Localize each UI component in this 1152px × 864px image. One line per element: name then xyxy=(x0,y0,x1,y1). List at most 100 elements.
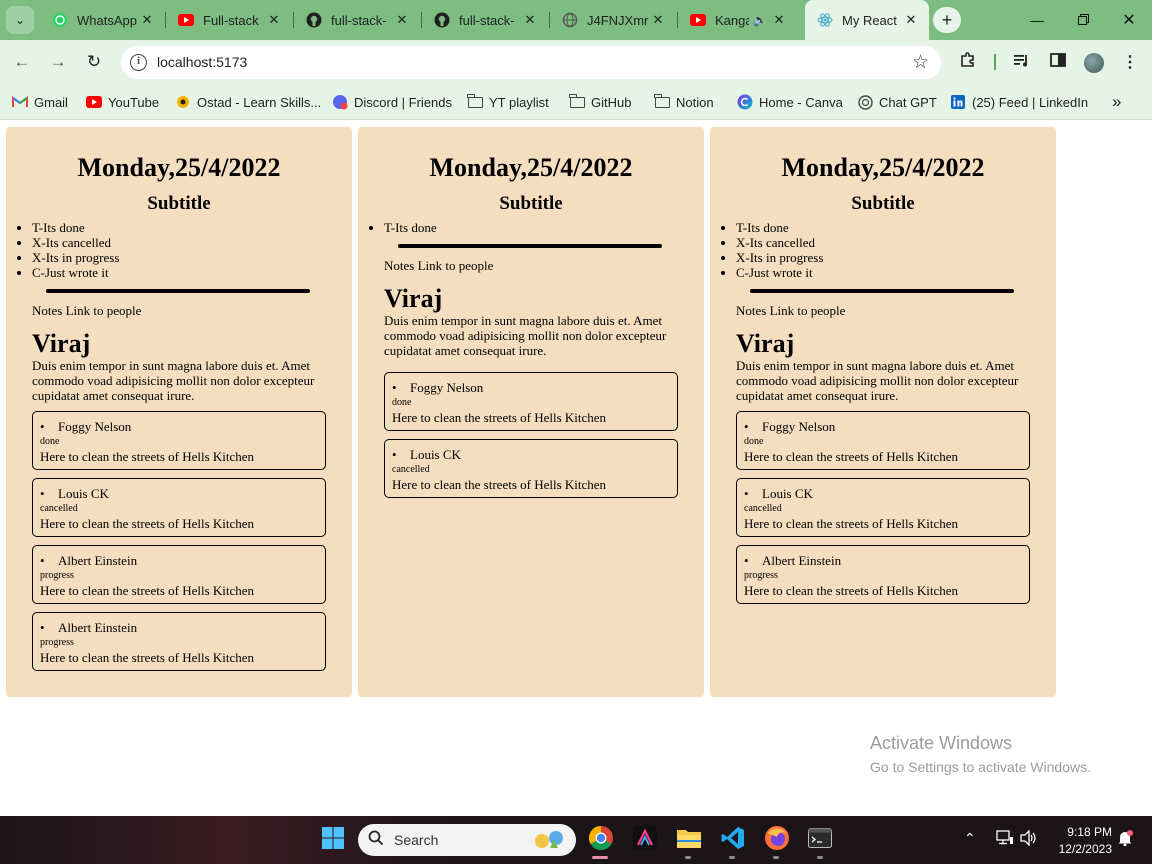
tab-kanga[interactable]: Kanga 🔈 ✕ xyxy=(678,4,804,36)
bookmark-linkedin[interactable]: (25) Feed | LinkedIn xyxy=(950,92,1088,112)
chevron-up-icon[interactable]: ⌃ xyxy=(964,830,976,847)
volume-icon[interactable] xyxy=(1020,829,1038,849)
reload-button[interactable]: ↻ xyxy=(80,48,108,76)
window-close-button[interactable]: ✕ xyxy=(1106,0,1152,40)
forward-button[interactable]: → xyxy=(44,48,72,76)
network-icon[interactable] xyxy=(996,830,1014,849)
taskbar-chrome[interactable] xyxy=(587,825,615,856)
profile-avatar[interactable] xyxy=(1084,53,1104,73)
person-description: Duis enim tempor in sunt magna labore du… xyxy=(736,358,1019,403)
person-card: Albert Einstein progress Here to clean t… xyxy=(32,545,326,604)
tab-github-2[interactable]: full-stack- ✕ xyxy=(422,4,548,36)
person-card: Foggy Nelson done Here to clean the stre… xyxy=(32,411,326,470)
bookmark-discord[interactable]: Discord | Friends xyxy=(332,92,452,112)
close-icon[interactable]: ✕ xyxy=(771,12,787,28)
bookmark-ostad[interactable]: Ostad - Learn Skills... xyxy=(175,92,321,112)
menu-button[interactable]: ⋮ xyxy=(1118,50,1142,74)
bookmark-notion[interactable]: Notion xyxy=(654,92,714,112)
chevron-down-icon: ⌄ xyxy=(14,13,26,27)
person-card-text: Here to clean the streets of Hells Kitch… xyxy=(744,516,959,531)
bookmark-github[interactable]: GitHub xyxy=(569,92,631,112)
bookmark-label: Home - Canva xyxy=(759,94,843,110)
youtube-icon xyxy=(690,12,706,28)
globe-icon xyxy=(562,12,578,28)
discord-icon xyxy=(332,94,348,110)
day-card: Monday,25/4/2022 Subtitle T-Its done X-I… xyxy=(6,127,352,697)
system-clock[interactable]: 9:18 PM 12/2/2023 xyxy=(1052,824,1112,858)
playlist-icon xyxy=(1013,52,1031,73)
close-icon[interactable]: ✕ xyxy=(139,12,155,28)
person-card-status: progress xyxy=(40,637,74,648)
tab-j4fnjxmr[interactable]: J4FNJXmr ✕ xyxy=(550,4,676,36)
ostad-icon xyxy=(175,94,191,110)
card-date: Monday,25/4/2022 xyxy=(77,153,281,182)
info-icon[interactable]: i xyxy=(130,54,147,71)
person-card: Foggy Nelson done Here to clean the stre… xyxy=(736,411,1030,470)
tab-github-1[interactable]: full-stack- ✕ xyxy=(294,4,420,36)
restore-icon xyxy=(1077,12,1089,28)
person-card-text: Here to clean the streets of Hells Kitch… xyxy=(40,516,255,531)
person-card-name: Albert Einstein xyxy=(40,620,318,635)
bookmark-canva[interactable]: Home - Canva xyxy=(737,92,843,112)
address-bar[interactable]: i localhost:5173 ☆ xyxy=(121,46,941,79)
side-panel-button[interactable] xyxy=(1046,50,1070,74)
bookmarks-bar: Gmail YouTube Ostad - Learn Skills... Di… xyxy=(0,84,1152,120)
taskbar-search[interactable]: Search xyxy=(358,824,576,856)
browser-toolbar: ← → ↻ i localhost:5173 ☆ ⋮ xyxy=(0,40,1152,84)
bookmark-youtube[interactable]: YouTube xyxy=(86,92,159,112)
minimize-button[interactable]: — xyxy=(1014,0,1060,40)
github-icon xyxy=(306,12,322,28)
close-icon[interactable]: ✕ xyxy=(394,12,410,28)
notification-bell-icon[interactable] xyxy=(1117,830,1133,849)
taskbar-file-explorer[interactable] xyxy=(675,826,703,854)
tab-my-react[interactable]: My React ✕ xyxy=(805,0,929,40)
tab-full-stack-video[interactable]: Full-stack ✕ xyxy=(166,4,292,36)
star-icon[interactable]: ☆ xyxy=(912,51,929,74)
back-button[interactable]: ← xyxy=(8,48,36,76)
close-icon[interactable]: ✕ xyxy=(903,12,919,28)
youtube-icon xyxy=(178,12,194,28)
bookmarks-overflow-button[interactable]: » xyxy=(1112,92,1121,112)
close-icon[interactable]: ✕ xyxy=(650,12,666,28)
chrome-icon xyxy=(588,825,614,856)
card-date: Monday,25/4/2022 xyxy=(429,153,633,182)
restore-button[interactable] xyxy=(1060,0,1106,40)
tab-search-button[interactable]: ⌄ xyxy=(6,6,34,34)
tab-title: full-stack- xyxy=(459,12,515,28)
person-card: Louis CK cancelled Here to clean the str… xyxy=(384,439,678,498)
divider xyxy=(46,289,310,293)
file-explorer-icon xyxy=(676,827,702,854)
chatgpt-icon xyxy=(857,94,873,110)
firefox-icon xyxy=(764,825,790,856)
person-card-status: progress xyxy=(744,570,778,581)
terminal-icon xyxy=(808,827,832,853)
bookmark-label: Chat GPT xyxy=(879,94,937,110)
bookmark-chatgpt[interactable]: Chat GPT xyxy=(857,92,937,112)
bookmark-gmail[interactable]: Gmail xyxy=(12,92,68,112)
taskbar-vscode[interactable] xyxy=(719,826,747,854)
tab-title: full-stack- xyxy=(331,12,387,28)
media-control-button[interactable] xyxy=(1010,50,1034,74)
card-subtitle: Subtitle xyxy=(147,193,211,214)
close-icon[interactable]: ✕ xyxy=(266,12,282,28)
bookmark-yt-playlist[interactable]: YT playlist xyxy=(467,92,549,112)
github-icon xyxy=(434,12,450,28)
tab-whatsapp[interactable]: WhatsApp ✕ xyxy=(40,4,165,36)
arrow-right-icon: → xyxy=(49,52,67,71)
status-item: C-Just wrote it xyxy=(32,265,326,280)
extensions-button[interactable] xyxy=(956,50,980,74)
taskbar-adobe[interactable] xyxy=(631,825,659,854)
card-subtitle: Subtitle xyxy=(499,193,563,214)
status-item: T-Its done xyxy=(32,220,326,235)
page-content: Monday,25/4/2022 Subtitle T-Its done X-I… xyxy=(0,121,1152,816)
new-tab-button[interactable]: + xyxy=(933,7,961,33)
start-button[interactable] xyxy=(319,826,347,854)
taskbar-terminal[interactable] xyxy=(806,826,834,854)
person-card: Albert Einstein progress Here to clean t… xyxy=(32,612,326,671)
speaker-icon[interactable]: 🔈 xyxy=(749,13,771,27)
url-text[interactable]: localhost:5173 xyxy=(157,54,247,70)
status-item: T-Its done xyxy=(736,220,1030,235)
close-icon[interactable]: ✕ xyxy=(522,12,538,28)
taskbar-firefox[interactable] xyxy=(763,825,791,856)
person-card-status: done xyxy=(40,436,60,447)
